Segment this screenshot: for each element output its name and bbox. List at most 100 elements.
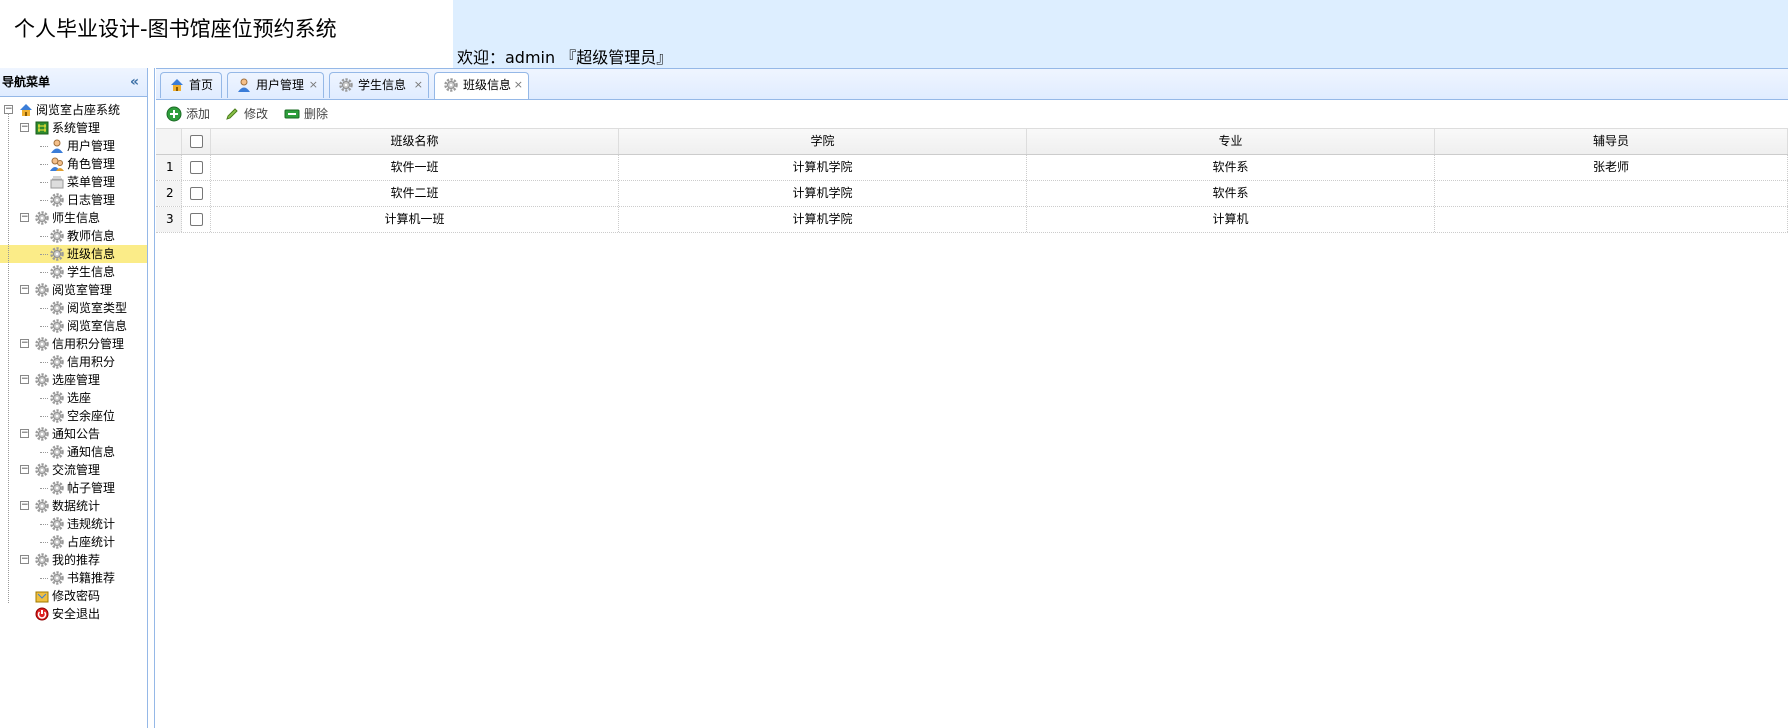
tab-班级信息[interactable]: 班级信息 ×	[434, 72, 529, 99]
row-checkbox[interactable]	[189, 187, 203, 200]
user-icon	[49, 138, 65, 154]
table-cell: 计算机学院	[619, 181, 1027, 206]
sidebar-item-label: 选座管理	[52, 373, 101, 387]
sidebar-item-数据统计[interactable]: − 数据统计	[0, 497, 147, 515]
close-icon[interactable]: ×	[514, 73, 523, 97]
sidebar-item-帖子管理[interactable]: 帖子管理	[0, 479, 147, 497]
sidebar-item-我的推荐[interactable]: − 我的推荐	[0, 551, 147, 569]
collapse-toggle-icon[interactable]: −	[20, 285, 29, 294]
close-icon[interactable]: ×	[309, 73, 318, 97]
sidebar-item-交流管理[interactable]: − 交流管理	[0, 461, 147, 479]
sidebar-item-label: 信用积分管理	[52, 337, 125, 351]
delete-button[interactable]: 删除	[284, 105, 330, 123]
tab-学生信息[interactable]: 学生信息 ×	[329, 72, 429, 98]
sidebar-item-书籍推荐[interactable]: 书籍推荐	[0, 569, 147, 587]
collapse-toggle-icon[interactable]: −	[20, 501, 29, 510]
collapse-toggle-icon[interactable]: −	[20, 465, 29, 474]
row-checkbox[interactable]	[189, 161, 203, 174]
gear-icon	[338, 77, 354, 93]
table-row[interactable]: 1 软件一班 计算机学院 软件系 张老师	[156, 155, 1788, 181]
sidebar-item-角色管理[interactable]: 角色管理	[0, 155, 147, 173]
tab-首页[interactable]: 首页	[160, 72, 222, 98]
sidebar-item-选座管理[interactable]: − 选座管理	[0, 371, 147, 389]
tree-guide-line	[8, 113, 9, 603]
sidebar-item-阅览室占座系统[interactable]: − 阅览室占座系统	[0, 101, 147, 119]
sidebar-item-label: 师生信息	[52, 211, 101, 225]
splitter[interactable]	[148, 68, 156, 728]
sidebar-item-教师信息[interactable]: 教师信息	[0, 227, 147, 245]
row-number: 3	[156, 207, 182, 232]
sidebar-item-菜单管理[interactable]: 菜单管理	[0, 173, 147, 191]
sidebar-item-修改密码[interactable]: 修改密码	[0, 587, 147, 605]
tree-connector	[40, 236, 48, 237]
sidebar-item-系统管理[interactable]: − 系统管理	[0, 119, 147, 137]
sidebar-item-班级信息[interactable]: 班级信息	[0, 245, 147, 263]
add-label: 添加	[186, 107, 211, 121]
tab-label: 学生信息	[358, 78, 407, 92]
column-header[interactable]: 学院	[619, 129, 1027, 154]
tree-connector	[40, 254, 48, 255]
column-header[interactable]: 辅导员	[1435, 129, 1788, 154]
gear-icon	[49, 354, 65, 370]
class-grid: 班级名称 学院 专业 辅导员 1 软件一班 计算机学院 软件系 张老师 2 软件二班 计算机学院 软件系…	[156, 129, 1788, 233]
toolbar: 添加 修改 删除	[156, 100, 1788, 129]
home-icon	[18, 102, 34, 118]
sidebar-item-安全退出[interactable]: 安全退出	[0, 605, 147, 623]
gear-icon	[34, 210, 50, 226]
sidebar-item-通知信息[interactable]: 通知信息	[0, 443, 147, 461]
column-header[interactable]: 专业	[1027, 129, 1435, 154]
table-row[interactable]: 3 计算机一班 计算机学院 计算机	[156, 207, 1788, 233]
collapse-toggle-icon[interactable]: −	[20, 429, 29, 438]
sidebar-item-学生信息[interactable]: 学生信息	[0, 263, 147, 281]
sidebar-item-阅览室信息[interactable]: 阅览室信息	[0, 317, 147, 335]
rownum-header	[156, 129, 182, 154]
sidebar-item-阅览室类型[interactable]: 阅览室类型	[0, 299, 147, 317]
gear-icon	[443, 77, 459, 93]
sidebar-item-选座[interactable]: 选座	[0, 389, 147, 407]
tree-connector	[40, 452, 48, 453]
home-icon	[169, 77, 185, 93]
gear-icon	[49, 570, 65, 586]
sidebar-item-用户管理[interactable]: 用户管理	[0, 137, 147, 155]
sidebar-item-通知公告[interactable]: − 通知公告	[0, 425, 147, 443]
sidebar-item-占座统计[interactable]: 占座统计	[0, 533, 147, 551]
gear-icon	[49, 246, 65, 262]
gear-icon	[49, 408, 65, 424]
row-checkbox[interactable]	[189, 213, 203, 226]
edit-button[interactable]: 修改	[224, 105, 270, 123]
sidebar-item-label: 用户管理	[67, 139, 116, 153]
table-row[interactable]: 2 软件二班 计算机学院 软件系	[156, 181, 1788, 207]
sidebar-item-阅览室管理[interactable]: − 阅览室管理	[0, 281, 147, 299]
close-icon[interactable]: ×	[414, 73, 423, 97]
double-chevron-left-icon[interactable]: «	[130, 68, 139, 96]
sidebar-item-违规统计[interactable]: 违规统计	[0, 515, 147, 533]
select-all-cell	[182, 129, 211, 154]
sidebar-item-label: 空余座位	[67, 409, 116, 423]
sidebar-item-label: 通知公告	[52, 427, 101, 441]
sidebar-item-空余座位[interactable]: 空余座位	[0, 407, 147, 425]
table-cell: 软件一班	[211, 155, 619, 180]
tree-connector	[40, 578, 48, 579]
tab-label: 班级信息	[463, 78, 512, 92]
tree-connector	[40, 146, 48, 147]
collapse-toggle-icon[interactable]: −	[20, 555, 29, 564]
column-header[interactable]: 班级名称	[211, 129, 619, 154]
collapse-toggle-icon[interactable]: −	[20, 123, 29, 132]
tree-connector	[40, 200, 48, 201]
row-select-cell	[182, 207, 211, 232]
row-select-cell	[182, 155, 211, 180]
collapse-toggle-icon[interactable]: −	[20, 339, 29, 348]
add-button[interactable]: 添加	[166, 105, 212, 123]
gear-icon	[49, 228, 65, 244]
select-all-checkbox[interactable]	[189, 135, 203, 148]
sidebar-item-label: 阅览室类型	[67, 301, 128, 315]
sidebar-item-label: 通知信息	[67, 445, 116, 459]
sidebar-item-信用积分[interactable]: 信用积分	[0, 353, 147, 371]
sidebar-title: 导航菜单	[2, 75, 51, 89]
sidebar-item-日志管理[interactable]: 日志管理	[0, 191, 147, 209]
collapse-toggle-icon[interactable]: −	[20, 213, 29, 222]
collapse-toggle-icon[interactable]: −	[20, 375, 29, 384]
tab-用户管理[interactable]: 用户管理 ×	[227, 72, 324, 98]
sidebar-item-信用积分管理[interactable]: − 信用积分管理	[0, 335, 147, 353]
sidebar-item-师生信息[interactable]: − 师生信息	[0, 209, 147, 227]
